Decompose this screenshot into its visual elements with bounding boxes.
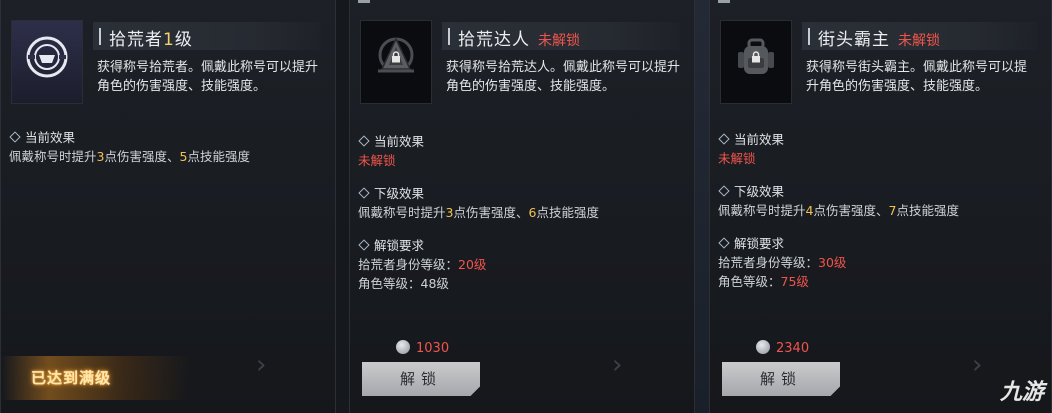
title-marker xyxy=(99,28,101,45)
locked-tag: 未解锁 xyxy=(898,33,940,49)
title-marker xyxy=(448,28,450,45)
title-description: 获得称号拾荒达人。佩戴此称号可以提升角色的伤害强度、技能强度。 xyxy=(446,60,681,94)
title-name: 拾荒者1级 xyxy=(109,30,193,50)
scavenger-emblem-icon xyxy=(26,36,68,78)
requirement-identity-level: 拾荒者身份等级：20级 xyxy=(358,257,487,272)
diamond-bullet-icon xyxy=(358,239,370,251)
current-effect-text: 未解锁 xyxy=(358,153,396,168)
title-marker xyxy=(808,28,810,45)
lock-icon xyxy=(392,51,400,63)
next-effect-section: 下级效果 佩戴称号时提升3点伤害强度、6点技能强度 xyxy=(358,184,686,222)
current-effect-section: 当前效果 佩戴称号时提升3点伤害强度、5点技能强度 xyxy=(9,128,327,166)
title-card-street-overlord[interactable]: 街头霸主 未解锁 获得称号街头霸主。佩戴此称号可以提升角色的伤害强度、技能强度。 … xyxy=(709,0,1052,413)
title-card-scavenger[interactable]: 拾荒者1级 获得称号拾荒者。佩戴此称号可以提升角色的伤害强度、技能强度。 当前效… xyxy=(0,0,336,413)
diamond-bullet-icon xyxy=(718,237,730,249)
panel-top-marker xyxy=(718,0,730,3)
current-effect-text: 未解锁 xyxy=(718,151,756,166)
title-icon-frame xyxy=(360,20,432,104)
title-header: 拾荒达人 未解锁 xyxy=(442,22,680,50)
coin-icon xyxy=(396,340,410,354)
unlock-cost: 1030 xyxy=(396,340,449,356)
max-level-badge: 已达到满级 xyxy=(1,356,191,400)
background-strip xyxy=(695,0,709,413)
diamond-bullet-icon xyxy=(358,187,370,199)
title-name: 拾荒达人 未解锁 xyxy=(458,30,580,50)
unlock-button[interactable]: 解锁 xyxy=(362,362,480,396)
title-description: 获得称号拾荒者。佩戴此称号可以提升角色的伤害强度、技能强度。 xyxy=(97,60,319,94)
title-level: 1 xyxy=(163,30,175,50)
unlock-button[interactable]: 解锁 xyxy=(722,362,840,396)
unlock-requirements-section: 解锁要求 拾荒者身份等级：30级 角色等级：75级 xyxy=(718,234,1043,291)
unlock-requirements-section: 解锁要求 拾荒者身份等级：20级 角色等级：48级 xyxy=(358,236,686,293)
unlock-cost: 2340 xyxy=(756,340,809,356)
requirement-character-level: 角色等级：75级 xyxy=(718,274,809,289)
current-effect-section: 当前效果 未解锁 xyxy=(718,130,1043,168)
title-header: 拾荒者1级 xyxy=(93,22,321,50)
chevron-right-icon: › xyxy=(972,350,983,380)
panel-top-marker xyxy=(358,0,370,3)
current-effect-section: 当前效果 未解锁 xyxy=(358,132,686,170)
title-header: 街头霸主 未解锁 xyxy=(802,22,1037,50)
requirement-character-level: 角色等级：48级 xyxy=(358,276,449,291)
chevron-right-icon: › xyxy=(612,350,623,380)
coin-icon xyxy=(756,340,770,354)
title-name: 街头霸主 未解锁 xyxy=(818,30,940,50)
watermark-logo: 九游 xyxy=(999,380,1044,405)
next-effect-section: 下级效果 佩戴称号时提升4点伤害强度、7点技能强度 xyxy=(718,182,1043,220)
diamond-bullet-icon xyxy=(358,135,370,147)
title-description: 获得称号街头霸主。佩戴此称号可以提升角色的伤害强度、技能强度。 xyxy=(806,60,1028,94)
background-strip xyxy=(336,0,349,413)
locked-tag: 未解锁 xyxy=(538,33,580,49)
requirement-identity-level: 拾荒者身份等级：30级 xyxy=(718,255,847,270)
diamond-bullet-icon xyxy=(718,185,730,197)
chevron-right-icon: › xyxy=(256,350,267,380)
title-icon-frame xyxy=(720,20,792,104)
lock-icon xyxy=(752,51,760,63)
title-card-scavenger-master[interactable]: 拾荒达人 未解锁 获得称号拾荒达人。佩戴此称号可以提升角色的伤害强度、技能强度。 … xyxy=(349,0,695,413)
diamond-bullet-icon xyxy=(9,131,21,143)
title-icon-frame xyxy=(11,20,83,104)
diamond-bullet-icon xyxy=(718,133,730,145)
next-effect-text: 佩戴称号时提升4点伤害强度、7点技能强度 xyxy=(718,203,959,218)
current-effect-text: 佩戴称号时提升3点伤害强度、5点技能强度 xyxy=(9,149,250,164)
next-effect-text: 佩戴称号时提升3点伤害强度、6点技能强度 xyxy=(358,205,599,220)
